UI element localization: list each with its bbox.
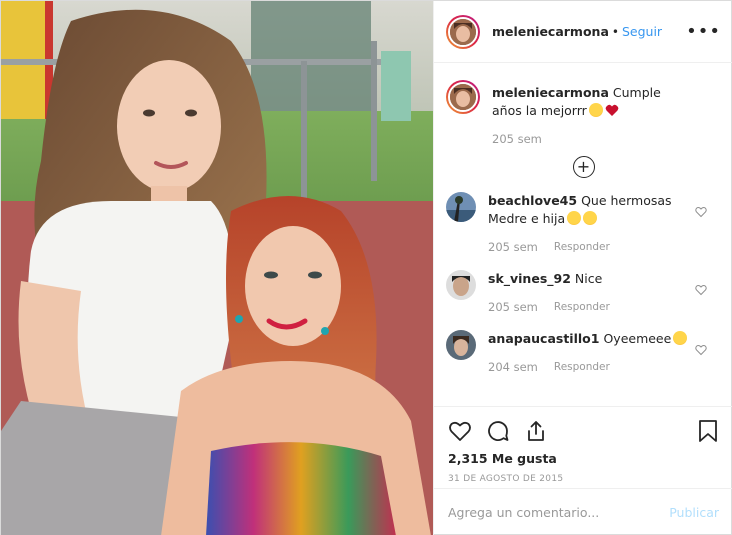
comment-time[interactable]: 204 sem bbox=[488, 358, 538, 376]
like-comment-heart-icon[interactable] bbox=[695, 206, 707, 218]
post-actions: 2,315 Me gusta 31 DE AGOSTO DE 2015 bbox=[434, 406, 732, 484]
like-comment-heart-icon[interactable] bbox=[695, 344, 707, 356]
avatar[interactable] bbox=[446, 192, 476, 222]
like-comment-heart-icon[interactable] bbox=[695, 284, 707, 296]
post-header: meleniecarmona • Seguir ••• bbox=[434, 1, 732, 63]
post-sidebar: meleniecarmona • Seguir ••• meleniecarmo… bbox=[433, 1, 732, 535]
comment-text: Nice bbox=[574, 271, 603, 286]
comment-item: beachlove45 Que hermosas Medre e hija 205… bbox=[446, 192, 721, 256]
heart-icon[interactable] bbox=[448, 419, 472, 443]
add-comment-bar: Publicar bbox=[434, 488, 732, 535]
plus-circle-icon[interactable]: + bbox=[572, 156, 595, 178]
share-icon[interactable] bbox=[524, 419, 548, 443]
comments-list[interactable]: meleniecarmona Cumple años la mejorrr 205… bbox=[434, 64, 732, 406]
avatar[interactable] bbox=[446, 330, 476, 360]
comment-username[interactable]: beachlove45 bbox=[488, 193, 577, 208]
comment-username[interactable]: sk_vines_92 bbox=[488, 271, 571, 286]
star-eyes-emoji-icon bbox=[583, 211, 598, 225]
more-icon[interactable]: ••• bbox=[686, 21, 721, 42]
reply-button[interactable]: Responder bbox=[554, 298, 610, 316]
comment-icon[interactable] bbox=[486, 419, 510, 443]
publish-button[interactable]: Publicar bbox=[669, 505, 719, 520]
heart-emoji-icon bbox=[605, 104, 619, 116]
comment-text: Oyeemeee bbox=[603, 331, 672, 346]
comment-username[interactable]: anapaucastillo1 bbox=[488, 331, 599, 346]
separator-dot: • bbox=[611, 24, 619, 39]
caption: meleniecarmona Cumple años la mejorrr 205… bbox=[446, 80, 721, 148]
comment-time[interactable]: 205 sem bbox=[488, 238, 538, 256]
post-photo[interactable] bbox=[1, 1, 433, 535]
star-eyes-emoji-icon bbox=[567, 211, 582, 225]
caption-username[interactable]: meleniecarmona bbox=[492, 85, 609, 100]
avatar[interactable] bbox=[446, 270, 476, 300]
post-modal: meleniecarmona • Seguir ••• meleniecarmo… bbox=[0, 0, 732, 535]
comment-time[interactable]: 205 sem bbox=[488, 298, 538, 316]
star-eyes-emoji-icon bbox=[673, 331, 688, 345]
avatar[interactable] bbox=[446, 80, 480, 114]
likes-count[interactable]: 2,315 Me gusta bbox=[448, 451, 719, 466]
reply-button[interactable]: Responder bbox=[554, 238, 610, 256]
caption-time[interactable]: 205 sem bbox=[492, 130, 542, 148]
comment-item: anapaucastillo1 Oyeemeee 204 sem Responder bbox=[446, 330, 721, 376]
bookmark-icon[interactable] bbox=[697, 419, 719, 443]
post-username[interactable]: meleniecarmona bbox=[492, 24, 609, 39]
load-more: + bbox=[446, 156, 721, 178]
comment-item: sk_vines_92 Nice 205 sem Responder bbox=[446, 270, 721, 316]
reply-button[interactable]: Responder bbox=[554, 358, 610, 376]
avatar[interactable] bbox=[446, 14, 480, 49]
post-date[interactable]: 31 DE AGOSTO DE 2015 bbox=[448, 474, 719, 484]
star-eyes-emoji-icon bbox=[588, 103, 603, 117]
comment-input[interactable] bbox=[448, 505, 670, 520]
follow-button[interactable]: Seguir bbox=[622, 24, 662, 39]
